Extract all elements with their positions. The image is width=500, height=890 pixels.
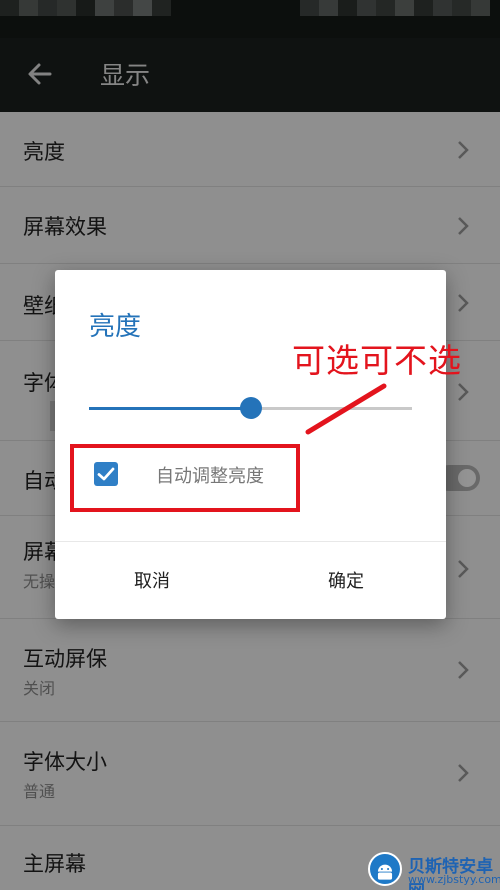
brightness-slider-fill (89, 407, 251, 410)
cancel-button[interactable]: 取消 (134, 567, 170, 593)
annotation-highlight-box (70, 444, 300, 512)
android-robot-icon (377, 864, 393, 880)
confirm-button[interactable]: 确定 (328, 567, 364, 593)
watermark-logo: 贝斯特安卓网 www.zjbstyy.com (360, 850, 500, 890)
brightness-slider[interactable] (89, 397, 412, 419)
brightness-slider-thumb[interactable] (239, 397, 262, 419)
dialog-divider (55, 541, 446, 542)
annotation-text: 可选可不选 (292, 341, 462, 380)
watermark-url: www.zjbstyy.com (408, 873, 500, 886)
dialog-title: 亮度 (89, 312, 142, 342)
watermark-badge-icon (368, 852, 402, 886)
